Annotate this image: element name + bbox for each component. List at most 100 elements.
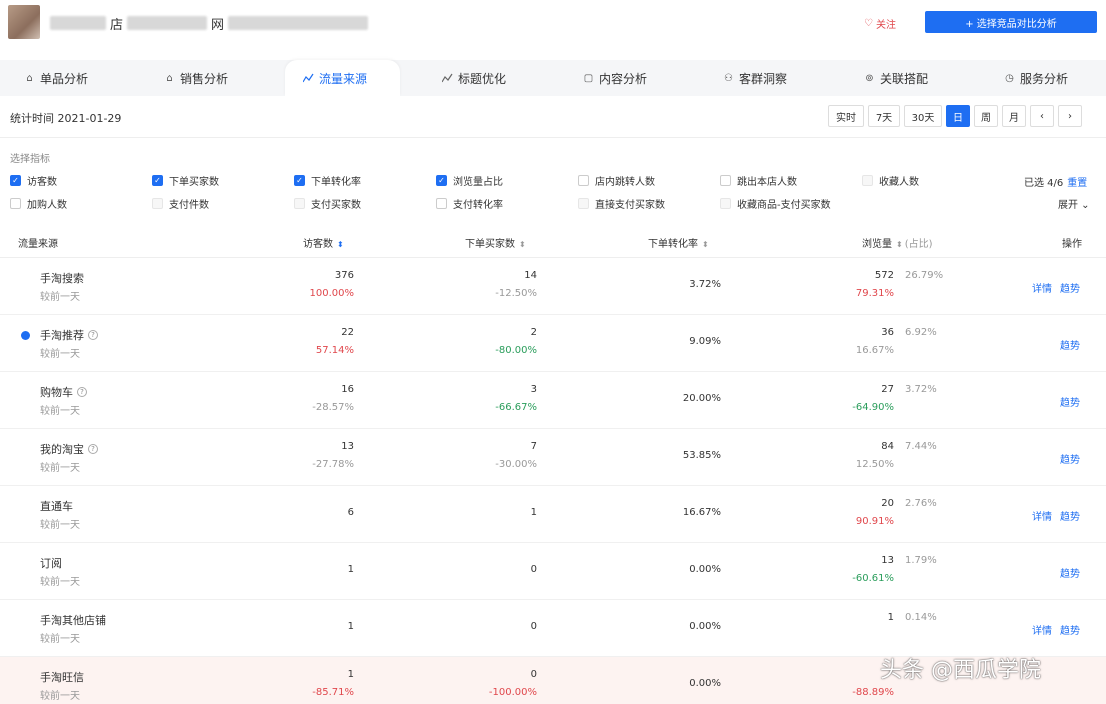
tab-traffic-source[interactable]: 流量来源: [303, 60, 367, 96]
pv-value: 20: [881, 498, 894, 509]
metric-checkbox[interactable]: ✓ 下单买家数: [152, 173, 219, 188]
metric-checkbox[interactable]: 支付买家数: [294, 196, 361, 211]
date-toolbar: 统计时间 2021-01-29 实时 7天 30天 日 周 月 ‹ ›: [0, 96, 1106, 138]
pv-share: 1.79%: [905, 555, 937, 566]
row-action-link[interactable]: 趋势: [1060, 394, 1080, 409]
visitors-change: -28.57%: [312, 402, 354, 413]
selected-count-text: 已选 4/6: [1024, 178, 1064, 189]
metric-label: 浏览量占比: [453, 177, 503, 188]
metric-checkbox[interactable]: 跳出本店人数: [720, 173, 797, 188]
link-icon: ⊚: [865, 72, 874, 84]
metric-label: 下单买家数: [169, 177, 219, 188]
table-row[interactable]: 手淘其他店铺 较前一天 1 0 0.00% 1 0.14% 详情 趋势: [0, 600, 1106, 657]
row-action-link[interactable]: 趋势: [1060, 508, 1080, 523]
metric-checkbox[interactable]: 加购人数: [10, 196, 67, 211]
range-realtime[interactable]: 实时: [828, 105, 864, 127]
prev-page-button[interactable]: ‹: [1030, 105, 1054, 127]
row-action-link[interactable]: 趋势: [1060, 337, 1080, 352]
tab-title-optimization[interactable]: 标题优化: [442, 60, 506, 96]
metric-checkbox[interactable]: 收藏商品-支付买家数: [720, 196, 831, 211]
line-chart-icon: [303, 73, 314, 84]
tab-label: 客群洞察: [739, 71, 788, 86]
tab-label: 单品分析: [40, 71, 89, 86]
table-row[interactable]: 手淘推荐? 较前一天 22 57.14% 2 -80.00% 9.09% 36 6.92% 16.…: [0, 315, 1106, 372]
pv-change: 16.67%: [855, 345, 894, 356]
row-action-link[interactable]: 趋势: [1060, 280, 1080, 295]
metric-checkbox[interactable]: 直接支付买家数: [578, 196, 665, 211]
tab-label: 流量来源: [319, 71, 368, 86]
header: 店 网 ♡ 关注 + 选择竞品对比分析: [0, 0, 1106, 46]
row-action-link[interactable]: 详情: [1032, 280, 1052, 295]
help-icon[interactable]: ?: [88, 444, 98, 454]
range-30d[interactable]: 30天: [904, 105, 942, 127]
col-buyers[interactable]: 下单买家数 ⬍: [465, 235, 526, 250]
metric-checkbox[interactable]: ✓ 访客数: [10, 173, 57, 188]
metric-label: 收藏人数: [879, 177, 919, 188]
tabs: ⌂ 单品分析 ⌂ 销售分析 流量来源 标题优化 ▢ 内容分析 ⚇ 客群洞察 ⊚ …: [0, 60, 1106, 96]
col-conversion[interactable]: 下单转化率 ⬍: [648, 235, 709, 250]
tab-related-matching[interactable]: ⊚ 关联搭配: [864, 60, 928, 96]
row-action-link[interactable]: 详情: [1032, 622, 1052, 637]
table-row[interactable]: 直通车 较前一天 6 1 16.67% 20 2.76% 90.91% 详情 趋势: [0, 486, 1106, 543]
conversion-value: 16.67%: [682, 507, 721, 518]
next-page-button[interactable]: ›: [1058, 105, 1082, 127]
table-row[interactable]: 手淘搜索 较前一天 376 100.00% 14 -12.50% 3.72% 572 26.79…: [0, 258, 1106, 315]
source-label: 直通车: [40, 500, 73, 513]
source-label: 购物车: [40, 386, 73, 399]
row-action-link[interactable]: 趋势: [1060, 622, 1080, 637]
visitors-value: 13: [341, 441, 354, 452]
source-name: 直通车: [40, 498, 73, 514]
indicator-dot: [21, 331, 30, 340]
source-name: 我的淘宝?: [40, 441, 98, 457]
buyers-value: 14: [524, 270, 537, 281]
table-row[interactable]: 购物车? 较前一天 16 -28.57% 3 -66.67% 20.00% 27 3.72% -6…: [0, 372, 1106, 429]
visitors-value: 6: [347, 507, 354, 518]
checkbox-icon: [578, 175, 589, 186]
metric-label: 支付件数: [169, 200, 209, 211]
tab-service-analysis[interactable]: ◷ 服务分析: [1004, 60, 1068, 96]
compare-label: 较前一天: [40, 634, 80, 645]
range-day[interactable]: 日: [946, 105, 970, 127]
col-visitors[interactable]: 访客数 ⬍: [303, 235, 344, 250]
tab-customer-insight[interactable]: ⚇ 客群洞察: [723, 60, 787, 96]
pv-share: 3.72%: [905, 384, 937, 395]
metric-checkbox[interactable]: 支付件数: [152, 196, 209, 211]
tab-item-analysis[interactable]: ⌂ 单品分析: [24, 60, 88, 96]
heart-icon: ♡: [864, 18, 873, 29]
conversion-value: 0.00%: [689, 621, 721, 632]
compare-competitor-button[interactable]: + 选择竞品对比分析: [925, 11, 1097, 33]
expand-toggle[interactable]: 展开 ⌄: [1058, 196, 1090, 211]
follow-button[interactable]: ♡ 关注: [864, 16, 896, 31]
reset-link[interactable]: 重置: [1067, 178, 1087, 189]
row-action-link[interactable]: 趋势: [1060, 565, 1080, 580]
metric-checkbox[interactable]: 店内跳转人数: [578, 173, 655, 188]
metric-checkbox[interactable]: ✓ 下单转化率: [294, 173, 361, 188]
sort-icon: ⬍: [896, 240, 903, 249]
help-icon[interactable]: ?: [77, 387, 87, 397]
selected-count: 已选 4/6 重置: [1024, 174, 1087, 189]
col-pv-share[interactable]: 浏览量 ⬍ (占比): [862, 235, 933, 250]
range-7d[interactable]: 7天: [868, 105, 900, 127]
help-icon[interactable]: ?: [88, 330, 98, 340]
pv-share: 6.92%: [905, 327, 937, 338]
compare-label: 较前一天: [40, 463, 80, 474]
metric-label: 直接支付买家数: [595, 200, 665, 211]
range-week[interactable]: 周: [974, 105, 998, 127]
metric-checkbox[interactable]: ✓ 浏览量占比: [436, 173, 503, 188]
col-ops: 操作: [1062, 239, 1082, 250]
table-row[interactable]: 订阅 较前一天 1 0 0.00% 13 1.79% -60.61% 趋势: [0, 543, 1106, 600]
row-action-link[interactable]: 趋势: [1060, 451, 1080, 466]
tab-sales-analysis[interactable]: ⌂ 销售分析: [164, 60, 228, 96]
metric-checkbox[interactable]: 支付转化率: [436, 196, 503, 211]
checkbox-icon: [720, 198, 731, 209]
pv-change: -60.61%: [852, 573, 894, 584]
source-label: 订阅: [40, 557, 62, 570]
range-month[interactable]: 月: [1002, 105, 1026, 127]
table-row[interactable]: 我的淘宝? 较前一天 13 -27.78% 7 -30.00% 53.85% 84 7.44% 1…: [0, 429, 1106, 486]
row-action-link[interactable]: 详情: [1032, 508, 1052, 523]
metric-checkbox[interactable]: 收藏人数: [862, 173, 919, 188]
tab-content-analysis[interactable]: ▢ 内容分析: [583, 60, 647, 96]
line-chart-icon: [442, 73, 453, 84]
source-label: 手淘搜索: [40, 272, 84, 285]
metrics-label: 选择指标: [10, 154, 50, 165]
